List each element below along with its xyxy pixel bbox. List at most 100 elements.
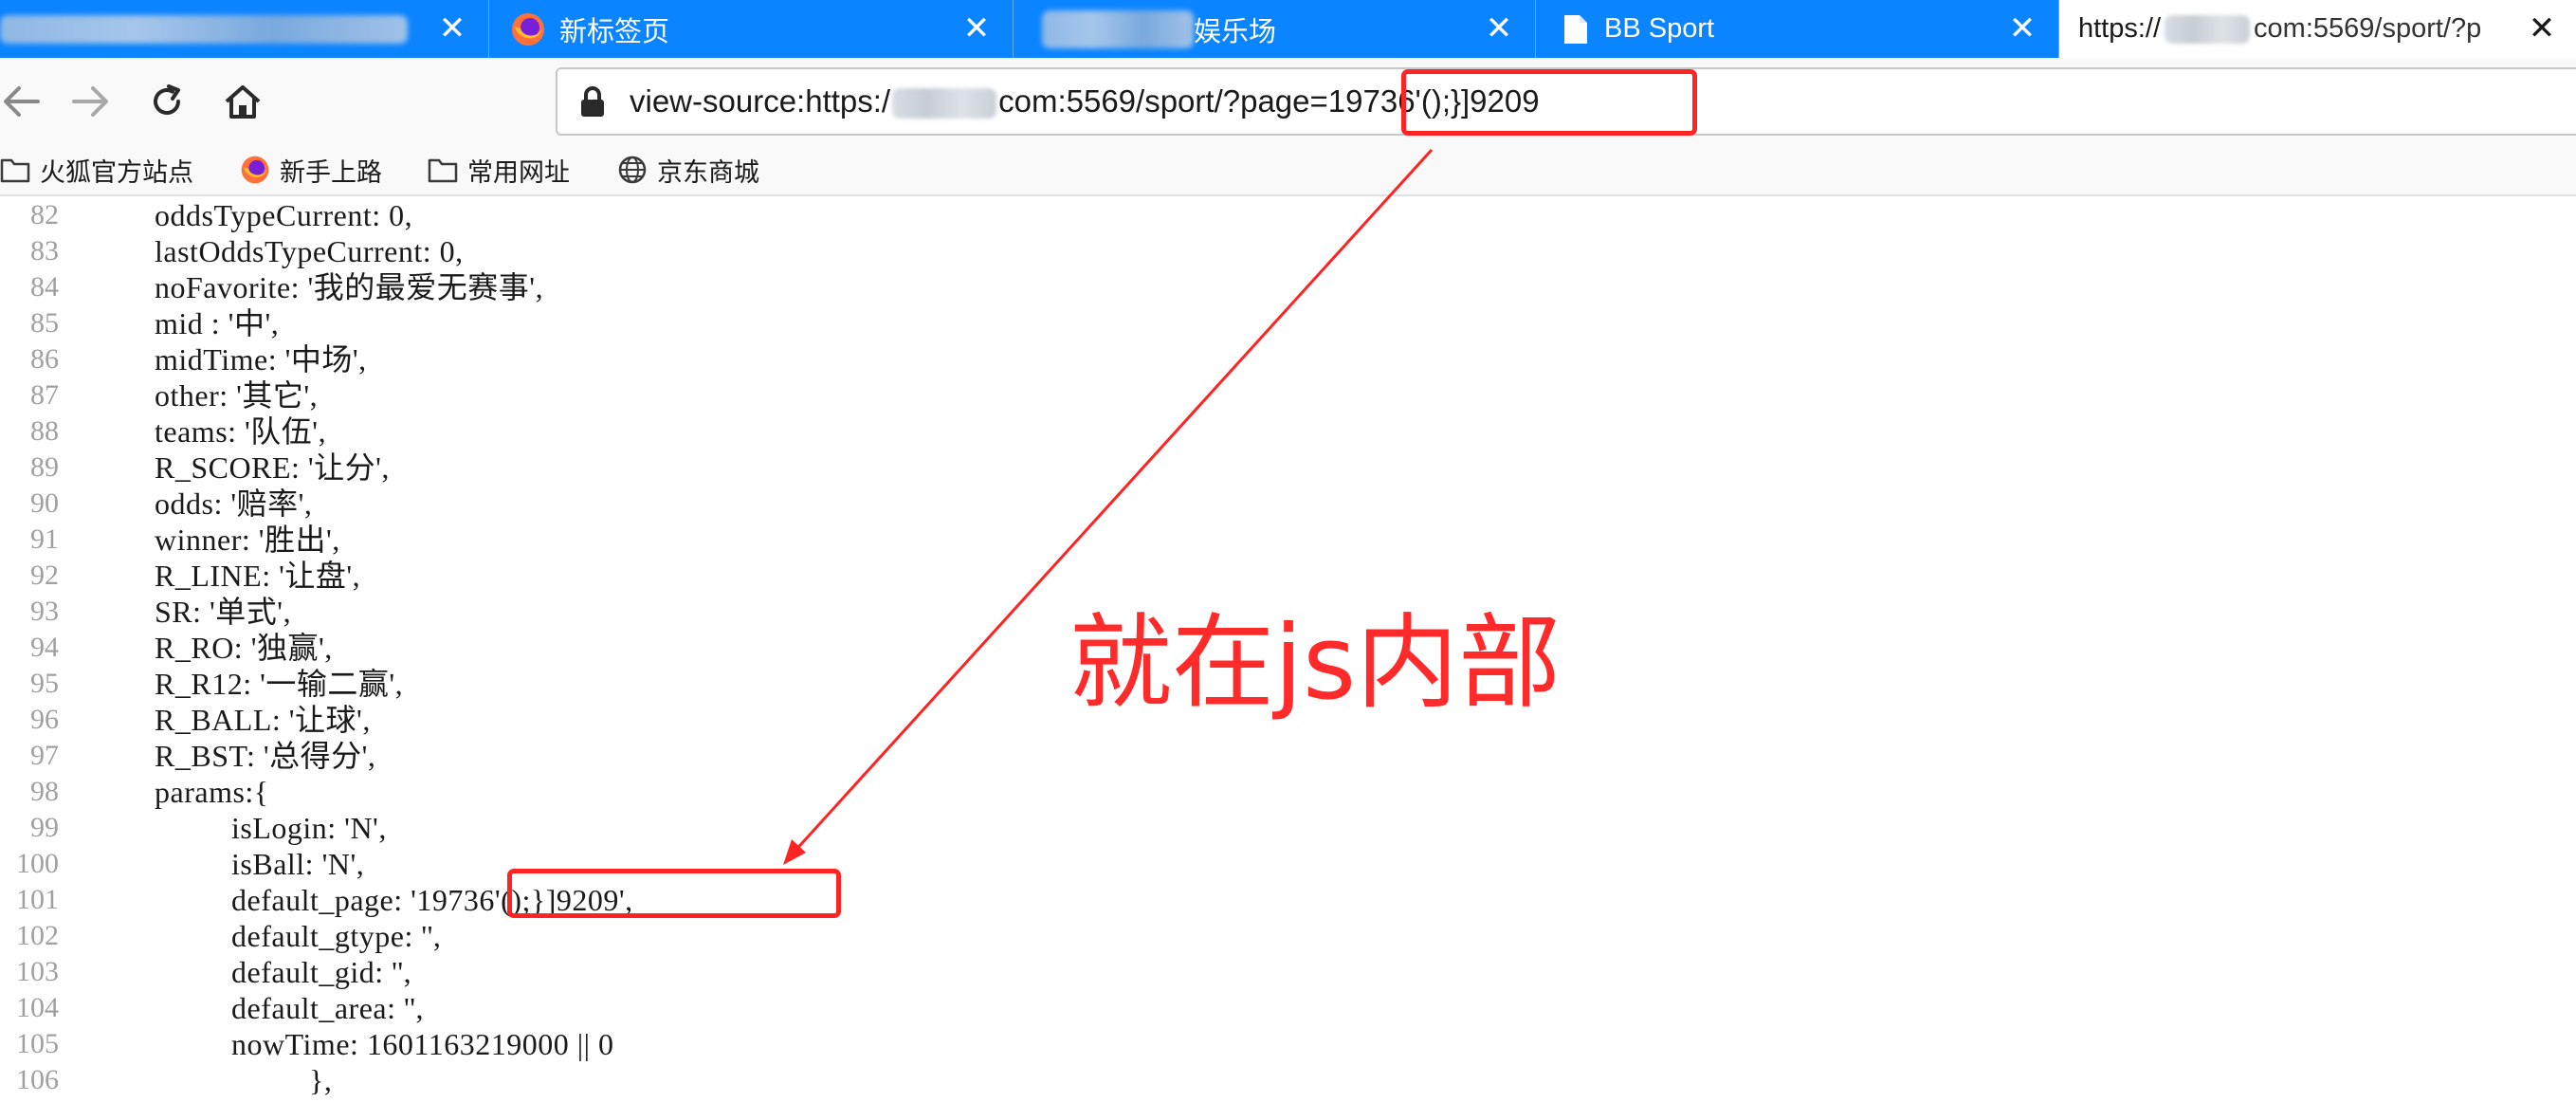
source-line: 102 default_gtype: '', bbox=[0, 918, 2576, 954]
close-tab-icon[interactable]: ✕ bbox=[2527, 12, 2557, 45]
bookmark-label: 新手上路 bbox=[280, 157, 382, 187]
code-text: isLogin: 'N', bbox=[231, 811, 387, 845]
source-line: 87 other: '其它', bbox=[0, 377, 2576, 413]
line-number: 85 bbox=[30, 307, 59, 339]
line-number: 84 bbox=[30, 271, 59, 303]
redacted-domain bbox=[2165, 14, 2251, 44]
line-number: 105 bbox=[16, 1028, 59, 1059]
line-number: 89 bbox=[30, 451, 59, 483]
code-text: R_BALL: '让球', bbox=[155, 703, 371, 737]
globe-icon bbox=[618, 156, 647, 184]
close-tab-icon[interactable]: ✕ bbox=[437, 12, 467, 45]
code-text: SR: '单式', bbox=[155, 595, 292, 629]
tab-casino[interactable]: 娱乐场 ✕ bbox=[1014, 0, 1536, 58]
reload-button[interactable] bbox=[142, 77, 192, 126]
close-tab-icon[interactable]: ✕ bbox=[1484, 12, 1514, 45]
source-line: 105 nowTime: 1601163219000 || 0 bbox=[0, 1026, 2576, 1062]
line-number: 97 bbox=[30, 740, 59, 771]
line-number: 101 bbox=[16, 884, 59, 915]
firefox-icon bbox=[241, 156, 269, 184]
line-number: 96 bbox=[30, 704, 59, 735]
url-middle: com:5569/sport/?page= bbox=[998, 83, 1328, 119]
code-text: R_R12: '一输二赢', bbox=[155, 667, 404, 701]
source-line: 82 oddsTypeCurrent: 0, bbox=[0, 197, 2576, 233]
source-line: 101 default_page: '19736'();}]9209', bbox=[0, 882, 2576, 918]
bookmark-firefox-site[interactable]: 火狐官方站点 bbox=[0, 151, 193, 189]
code-text: R_RO: '独赢', bbox=[155, 631, 333, 665]
source-line: 98 params:{ bbox=[0, 774, 2576, 810]
page-icon bbox=[1562, 13, 1589, 46]
code-text: teams: '队伍', bbox=[155, 414, 327, 449]
line-number: 91 bbox=[30, 523, 59, 555]
source-line: 83 lastOddsTypeCurrent: 0, bbox=[0, 233, 2576, 269]
code-text: }, bbox=[309, 1063, 333, 1097]
url-prefix: view-source:https:/ bbox=[630, 83, 891, 119]
code-text: mid : '中', bbox=[155, 306, 280, 340]
home-button[interactable] bbox=[218, 77, 267, 126]
source-line: 89 R_SCORE: '让分', bbox=[0, 450, 2576, 486]
forward-button[interactable] bbox=[66, 77, 116, 126]
line-number: 86 bbox=[30, 343, 59, 375]
line-number: 95 bbox=[30, 668, 59, 699]
line-number: 100 bbox=[16, 848, 59, 879]
code-text: default_gid: '', bbox=[231, 955, 412, 989]
source-line: 106}, bbox=[0, 1062, 2576, 1098]
source-line: 90 odds: '赔率', bbox=[0, 486, 2576, 522]
close-tab-icon[interactable]: ✕ bbox=[961, 12, 992, 45]
tab-blurred-1[interactable]: ✕ bbox=[0, 0, 489, 58]
line-number: 93 bbox=[30, 596, 59, 627]
line-number: 87 bbox=[30, 379, 59, 411]
bookmark-getting-started[interactable]: 新手上路 bbox=[240, 151, 382, 189]
code-text: R_SCORE: '让分', bbox=[155, 450, 390, 485]
forward-arrow-icon bbox=[72, 86, 108, 117]
bookmark-jd-mall[interactable]: 京东商城 bbox=[617, 151, 759, 189]
line-number: 102 bbox=[16, 920, 59, 951]
line-number: 104 bbox=[16, 992, 59, 1023]
line-number: 94 bbox=[30, 632, 59, 663]
tab-strip: ✕ 新标签页 ✕ 娱乐场 ✕ BB Sport ✕ https:// com:5… bbox=[0, 0, 2576, 58]
line-number: 83 bbox=[30, 235, 59, 266]
tab-bb-sport[interactable]: BB Sport ✕ bbox=[1536, 0, 2059, 58]
source-line: 97 R_BST: '总得分', bbox=[0, 738, 2576, 774]
tab-new-tab[interactable]: 新标签页 ✕ bbox=[489, 0, 1014, 58]
tab-title: 娱乐场 bbox=[1194, 16, 1277, 47]
back-button[interactable] bbox=[0, 77, 46, 126]
code-text: midTime: '中场', bbox=[155, 342, 367, 377]
tab-title: BB Sport bbox=[1604, 13, 1715, 44]
back-arrow-icon bbox=[4, 86, 40, 117]
folder-icon bbox=[428, 158, 458, 183]
close-tab-icon[interactable]: ✕ bbox=[2007, 12, 2037, 45]
code-text: lastOddsTypeCurrent: 0, bbox=[155, 234, 464, 268]
source-line: 88 teams: '队伍', bbox=[0, 413, 2576, 450]
firefox-icon bbox=[510, 11, 546, 47]
folder-icon bbox=[0, 158, 30, 183]
line-number: 98 bbox=[30, 776, 59, 807]
bookmarks-toolbar: 火狐官方站点 新手上路 常用网址 京东商城 bbox=[0, 145, 2576, 196]
line-number: 106 bbox=[16, 1064, 59, 1095]
tab-title-suffix: com:5569/sport/?p bbox=[2254, 13, 2482, 44]
code-text: default_area: '', bbox=[231, 991, 425, 1025]
navigation-toolbar: view-source:https:/ com:5569/sport/?page=… bbox=[0, 58, 2576, 145]
annotation-box-url-payload bbox=[1401, 69, 1697, 136]
lock-icon bbox=[578, 86, 607, 123]
code-text: nowTime: 1601163219000 || 0 bbox=[231, 1027, 614, 1061]
source-line: 99 isLogin: 'N', bbox=[0, 810, 2576, 846]
source-line: 86 midTime: '中场', bbox=[0, 341, 2576, 377]
tab-title: 新标签页 bbox=[559, 16, 670, 47]
source-line: 85 mid : '中', bbox=[0, 305, 2576, 341]
bookmark-common-sites[interactable]: 常用网址 bbox=[428, 151, 570, 189]
tab-view-source[interactable]: https:// com:5569/sport/?p ✕ bbox=[2059, 0, 2576, 58]
source-line: 84 noFavorite: '我的最爱无赛事', bbox=[0, 269, 2576, 305]
code-text: other: '其它', bbox=[155, 378, 319, 413]
redacted-tab-title bbox=[1042, 9, 1194, 48]
line-number: 99 bbox=[30, 812, 59, 843]
bookmark-label: 火狐官方站点 bbox=[40, 157, 193, 187]
code-text: default_gtype: '', bbox=[231, 919, 442, 953]
line-number: 90 bbox=[30, 487, 59, 519]
line-number: 92 bbox=[30, 560, 59, 591]
line-number: 82 bbox=[30, 199, 59, 230]
source-line: 100 isBall: 'N', bbox=[0, 846, 2576, 882]
line-number: 103 bbox=[16, 956, 59, 987]
code-text: odds: '赔率', bbox=[155, 487, 313, 521]
code-text: R_BST: '总得分', bbox=[155, 739, 376, 773]
